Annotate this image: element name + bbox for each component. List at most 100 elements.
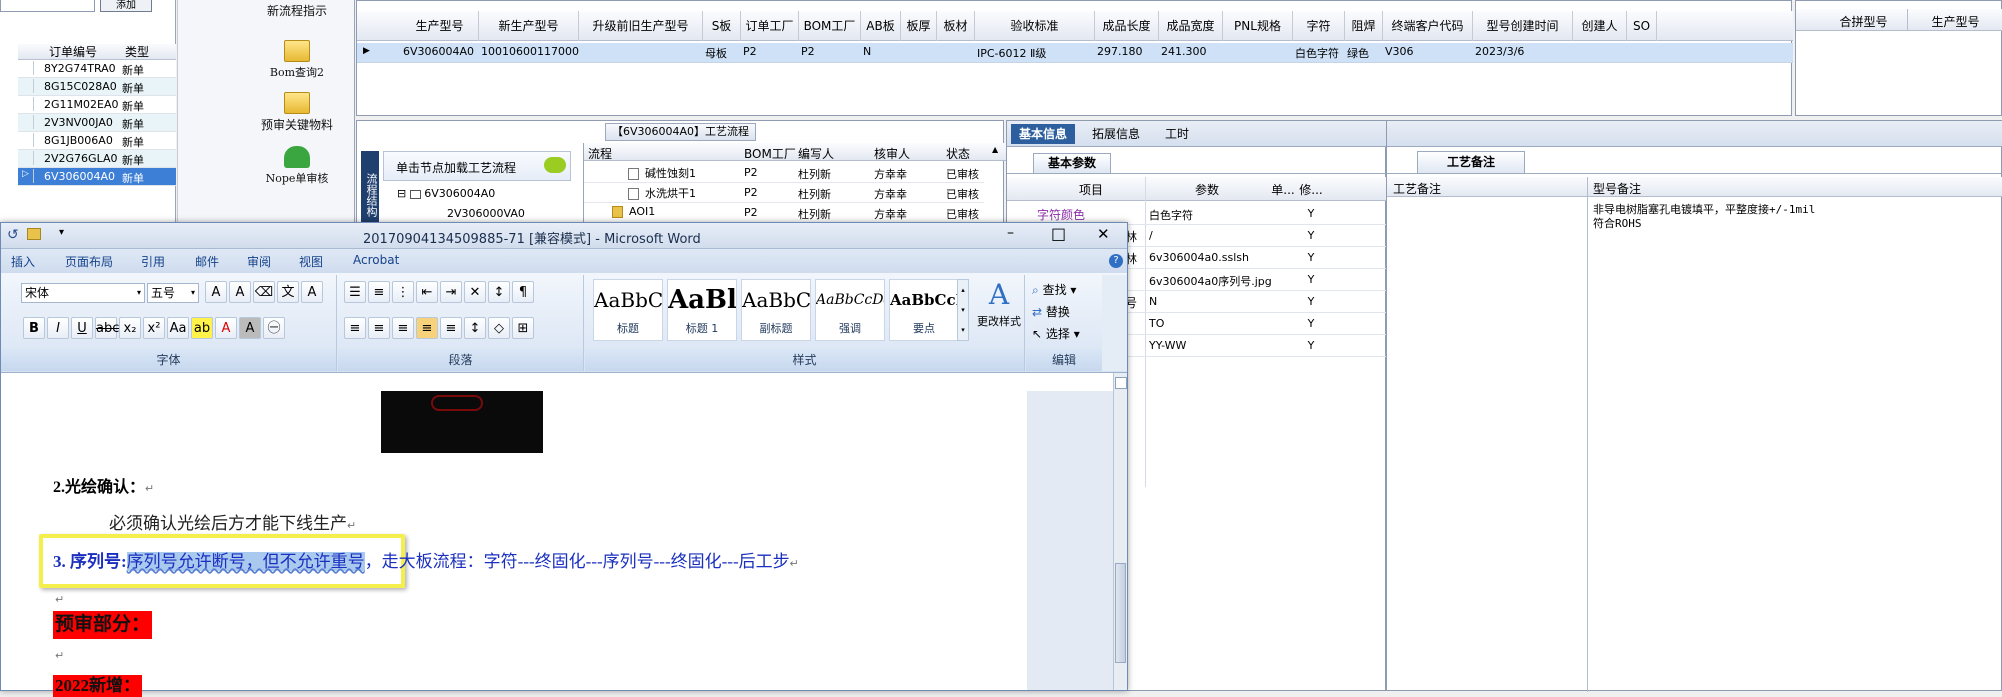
main-cell-17[interactable] [1575, 45, 1627, 61]
find-button[interactable]: ⌕ 查找 ▾ [1032, 281, 1076, 298]
word-tab-2[interactable]: 引用 [141, 253, 165, 270]
justify-icon[interactable]: ≡ [416, 317, 438, 339]
process-row[interactable]: 碱性蚀刻1 P2 杜列新 方幸幸 已审核 [584, 163, 984, 183]
font-name-select[interactable]: 宋体 ▾ [21, 283, 145, 303]
main-col-7[interactable]: 板厚 [901, 11, 937, 41]
multilevel-icon[interactable]: ⋮ [392, 281, 414, 303]
sort-icon[interactable]: ↕ [488, 281, 510, 303]
order-row[interactable]: 2V2G76GLA0 新单 [18, 150, 176, 168]
main-cell-7[interactable] [903, 45, 937, 61]
main-col-18[interactable]: SO [1627, 11, 1657, 41]
italic-icon[interactable]: I [47, 317, 69, 339]
info-tab-0[interactable]: 基本信息 [1011, 124, 1075, 144]
remark-tab[interactable]: 工艺备注 [1417, 151, 1525, 173]
process-row[interactable]: 水洗烘干1 P2 杜列新 方幸幸 已审核 [584, 183, 984, 203]
main-cell-10[interactable]: 297.180 [1097, 45, 1159, 61]
add-button[interactable]: 添加 [100, 0, 152, 12]
selected-text[interactable]: 序列号允许断号，但不允许重号 [126, 552, 365, 571]
ruler-toggle-icon[interactable] [1115, 377, 1127, 389]
main-cell-18[interactable] [1629, 45, 1657, 61]
row-selector[interactable] [22, 79, 34, 93]
distributed-icon[interactable]: ≡ [440, 317, 462, 339]
col-process-remark[interactable]: 工艺备注 [1393, 180, 1441, 197]
doc-red-heading-2[interactable]: 2022新增： [53, 675, 142, 697]
main-col-5[interactable]: BOM工厂 [799, 11, 861, 41]
char-border-icon[interactable]: A [301, 281, 323, 303]
increase-indent-icon[interactable]: ⇥ [440, 281, 462, 303]
row-selector[interactable] [22, 133, 34, 147]
toolbar-item-0[interactable]: 新流程指示 [242, 2, 352, 19]
row-selector[interactable] [22, 151, 34, 165]
order-row[interactable]: 8Y2G74TRA0 新单 [18, 60, 176, 78]
gallery-scroll[interactable]: ▴ ▾ ▾ [957, 279, 969, 341]
info-col-0[interactable]: 项目 [1037, 181, 1145, 198]
main-col-6[interactable]: AB板 [861, 11, 901, 41]
main-col-10[interactable]: 成品长度 [1095, 11, 1159, 41]
row-selector[interactable]: ▷ [22, 169, 34, 183]
main-cell-2[interactable] [581, 45, 703, 61]
decrease-indent-icon[interactable]: ⇤ [416, 281, 438, 303]
order-row[interactable]: 8G15C028A0 新单 [18, 78, 176, 96]
strikethrough-icon[interactable]: abc [95, 317, 119, 339]
show-marks-icon[interactable]: ¶ [512, 281, 534, 303]
main-cell-13[interactable]: 白色字符 [1295, 45, 1345, 61]
sub-tab-basic[interactable]: 基本参数 [1033, 153, 1111, 173]
tree-node-child[interactable]: 2V306000VA0 [447, 207, 525, 220]
order-row[interactable]: 2V3NV00JA0 新单 [18, 114, 176, 132]
word-tab-1[interactable]: 页面布局 [65, 253, 113, 270]
order-row[interactable]: ▷ 6V306004A0 新单 [18, 168, 176, 186]
maximize-button[interactable]: □ [1051, 224, 1066, 243]
word-tab-6[interactable]: Acrobat [353, 253, 399, 267]
info-col-2[interactable]: 单... [1269, 181, 1297, 198]
word-tab-5[interactable]: 视图 [299, 253, 323, 270]
main-col-3[interactable]: S板 [703, 11, 741, 41]
open-icon[interactable] [27, 228, 41, 240]
toolbar-item-2[interactable]: 预审关键物料 [242, 92, 352, 133]
toolbar-item-1[interactable]: Bom查询2 [242, 40, 352, 80]
bullets-icon[interactable]: ☰ [344, 281, 366, 303]
row-selector[interactable] [22, 115, 34, 129]
style-3[interactable]: AaBbCcDd 强调 [815, 279, 885, 341]
info-tab-1[interactable]: 拓展信息 [1083, 124, 1149, 144]
change-styles-button[interactable]: A 更改样式 [973, 277, 1025, 343]
row-selector[interactable] [22, 61, 34, 75]
main-cell-6[interactable]: N [863, 45, 901, 61]
main-col-8[interactable]: 板材 [937, 11, 975, 41]
main-cell-14[interactable]: 绿色 [1347, 45, 1383, 61]
main-col-4[interactable]: 订单工厂 [741, 11, 799, 41]
main-col-11[interactable]: 成品宽度 [1159, 11, 1223, 41]
col-order-id[interactable]: 订单编号 [46, 43, 97, 61]
main-cell-3[interactable]: 母板 [705, 45, 741, 61]
main-col-15[interactable]: 终端客户代码 [1383, 11, 1473, 41]
order-row[interactable]: 8G1JB006A0 新单 [18, 132, 176, 150]
subscript-icon[interactable]: x₂ [119, 317, 141, 339]
grow-font-icon[interactable]: A [205, 281, 227, 303]
align-center-icon[interactable]: ≡ [368, 317, 390, 339]
main-cell-16[interactable]: 2023/3/6 [1475, 45, 1573, 61]
enclose-char-icon[interactable]: ㊀ [263, 317, 285, 339]
shrink-font-icon[interactable]: A [229, 281, 251, 303]
font-size-select[interactable]: 五号 ▾ [147, 283, 199, 303]
undo-icon[interactable]: ↺ [7, 227, 19, 243]
info-col-3[interactable]: 修... [1299, 181, 1323, 198]
char-shading-icon[interactable]: A [239, 317, 261, 339]
doc-line-2[interactable]: 必须确认光绘后方才能下线生产↵ [109, 509, 356, 534]
col-merged-model[interactable]: 合拼型号 [1821, 13, 1906, 30]
close-button[interactable]: ✕ [1097, 225, 1110, 243]
process-row[interactable]: AOI1 P2 杜列新 方幸幸 已审核 [584, 203, 984, 223]
align-left-icon[interactable]: ≡ [344, 317, 366, 339]
process-side-tab[interactable]: 流程结构 [361, 151, 379, 233]
main-col-14[interactable]: 阻焊 [1345, 11, 1383, 41]
clear-format-icon[interactable]: ⌫ [253, 281, 275, 303]
style-2[interactable]: AaBbC 副标题 [741, 279, 811, 341]
vertical-scrollbar[interactable] [1113, 373, 1127, 690]
info-tab-2[interactable]: 工时 [1157, 124, 1197, 144]
main-cell-15[interactable]: V306 [1385, 45, 1473, 61]
doc-heading-3[interactable]: 3. 序列号:序列号允许断号，但不允许重号，走大板流程：字符---终固化---序… [53, 547, 799, 572]
main-cell-4[interactable]: P2 [743, 45, 799, 61]
phonetic-icon[interactable]: 文 [277, 281, 299, 303]
underline-icon[interactable]: U [71, 317, 93, 339]
proc-col-0[interactable]: 流程 [588, 145, 738, 162]
superscript-icon[interactable]: x² [143, 317, 165, 339]
proc-col-3[interactable]: 核审人 [874, 145, 944, 162]
